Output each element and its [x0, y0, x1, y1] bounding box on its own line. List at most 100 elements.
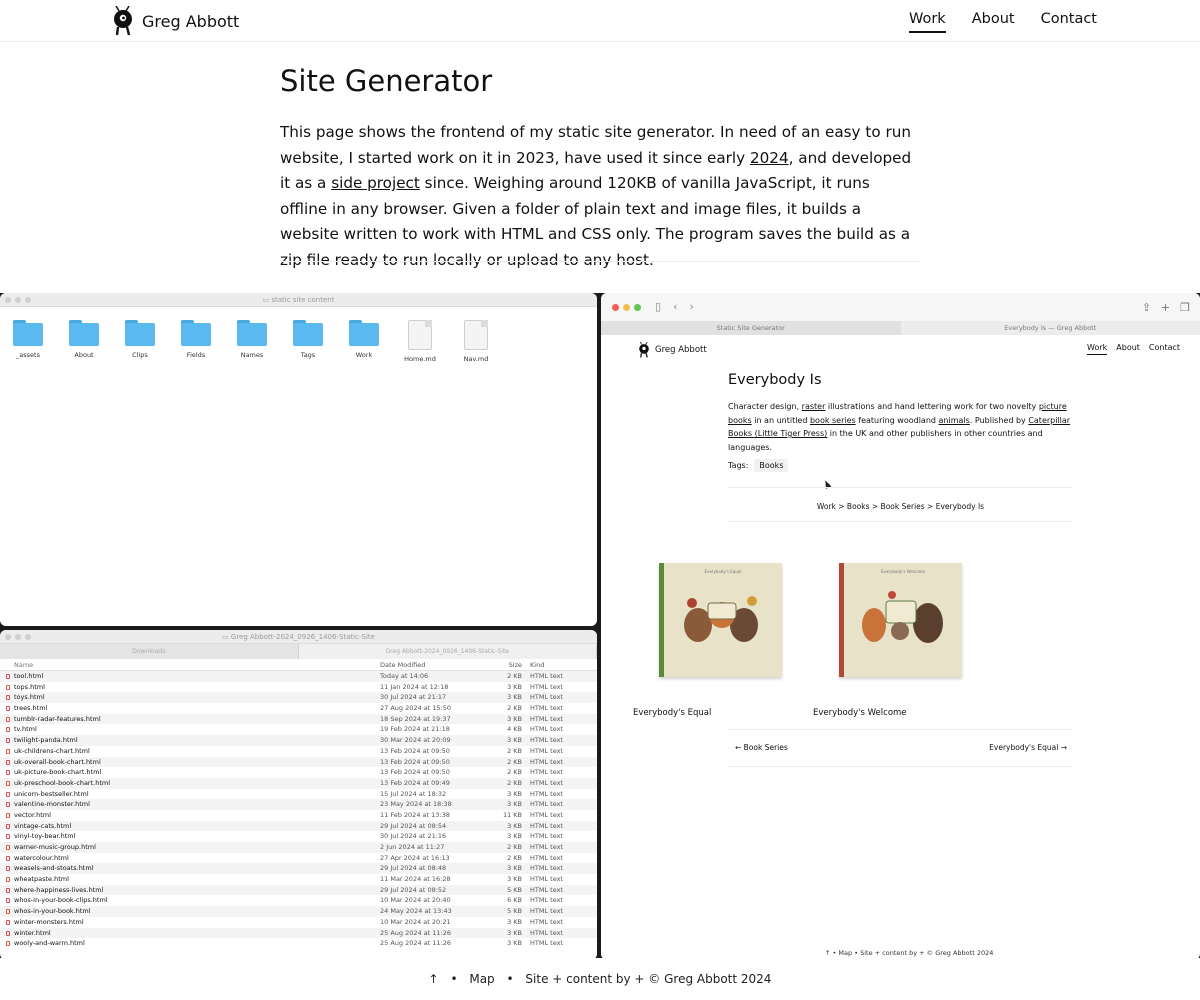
html-file-icon — [6, 930, 10, 936]
side-project-link[interactable]: side project — [331, 174, 420, 192]
new-tab-icon[interactable]: + — [1161, 301, 1170, 314]
year-link[interactable]: 2024 — [750, 149, 789, 167]
file-row[interactable]: valentine-monster.html 23 May 2024 at 18:… — [0, 799, 597, 810]
file-name-text: tops.html — [14, 682, 45, 691]
file-row[interactable]: tv.html 19 Feb 2024 at 21:18 4 KB HTML text — [0, 724, 597, 735]
woodland-animals-illustration-icon — [862, 591, 943, 643]
raster-link[interactable]: raster — [802, 402, 826, 411]
share-icon[interactable]: ⇪ — [1142, 301, 1151, 314]
file-row[interactable]: weasels-and-stoats.html 29 Jul 2024 at 08… — [0, 863, 597, 875]
file-row[interactable]: uk-picture-book-chart.html 13 Feb 2024 at… — [0, 767, 597, 778]
file-row[interactable]: tool.html Today at 14:06 2 KB HTML text — [0, 671, 597, 682]
nav-work[interactable]: Work — [908, 11, 946, 33]
file-row[interactable]: watercolour.html 27 Apr 2024 at 16:13 2 KB… — [0, 853, 597, 864]
inner-nav-contact[interactable]: Contact — [1149, 343, 1180, 355]
breadcrumb[interactable]: Work > Books > Book Series > Everybody I… — [728, 502, 1073, 511]
file-row[interactable]: uk-preschool-book-chart.html 13 Feb 2024 … — [0, 777, 597, 789]
file-kind: HTML text — [530, 725, 563, 734]
tabs-overview-icon[interactable]: ❐ — [1180, 301, 1190, 314]
file-row[interactable]: whos-in-your-book-clips.html 10 Mar 2024 … — [0, 895, 597, 906]
column-name[interactable]: Name — [0, 659, 376, 670]
file-item[interactable]: Nav.md — [460, 320, 492, 363]
divider — [728, 729, 1073, 730]
finder-tab-build[interactable]: Greg Abbott-2024_0926_1406-Static-Site — [298, 644, 597, 659]
file-name-text: trees.html — [14, 704, 48, 713]
back-icon[interactable]: ‹ — [673, 300, 677, 313]
inner-nav-about[interactable]: About — [1116, 343, 1140, 355]
nav-about[interactable]: About — [972, 11, 1015, 33]
book-cover-equal[interactable]: Everybody's Equal — [659, 563, 782, 677]
file-size: 3 KB — [507, 682, 522, 691]
file-kind: HTML text — [530, 853, 563, 862]
window-controls[interactable] — [5, 634, 31, 640]
window-controls[interactable] — [612, 304, 641, 311]
file-row[interactable]: uk-childrens-chart.html 13 Feb 2024 at 09… — [0, 746, 597, 757]
brand-link[interactable]: Greg Abbott — [112, 6, 239, 36]
animals-link[interactable]: animals — [939, 416, 970, 425]
file-row[interactable]: whos-in-your-book.html 24 May 2024 at 13:… — [0, 906, 597, 917]
folder-item[interactable]: Clips — [124, 320, 156, 363]
file-row[interactable]: vinyl-toy-bear.html 30 Jul 2024 at 21:16 3… — [0, 831, 597, 842]
file-name: watercolour.html — [0, 853, 376, 864]
browser-tab-everybody[interactable]: Everybody Is — Greg Abbott — [901, 321, 1200, 335]
file-date: 30 Jul 2024 at 21:17 — [380, 693, 447, 702]
file-date: 13 Feb 2024 at 09:49 — [380, 778, 450, 787]
file-name: vector.html — [0, 810, 376, 821]
map-link[interactable]: Map — [469, 972, 494, 986]
file-date: 27 Apr 2024 at 16:13 — [380, 853, 450, 862]
browser-tab-generator[interactable]: Static Site Generator — [601, 321, 901, 335]
prev-link[interactable]: ← Book Series — [735, 743, 788, 752]
file-row[interactable]: toys.html 30 Jul 2024 at 21:17 3 KB HTML te… — [0, 692, 597, 704]
separator: • — [450, 972, 458, 986]
forward-icon[interactable]: › — [689, 300, 693, 313]
file-row[interactable]: uk-overall-book-chart.html 13 Feb 2024 at… — [0, 756, 597, 768]
file-row[interactable]: winter-monsters.html 10 Mar 2024 at 20:21… — [0, 917, 597, 928]
file-row[interactable]: twilight-panda.html 30 Mar 2024 at 20:09 3… — [0, 735, 597, 746]
file-row[interactable]: unicorn-bestseller.html 15 Jul 2024 at 18… — [0, 789, 597, 800]
inner-nav-work[interactable]: Work — [1087, 343, 1108, 355]
file-size: 2 KB — [507, 746, 522, 755]
file-kind: HTML text — [530, 885, 563, 894]
next-link[interactable]: Everybody's Equal → — [989, 743, 1067, 752]
file-row[interactable]: vector.html 11 Feb 2024 at 13:38 11 KB HTML… — [0, 810, 597, 821]
html-file-icon — [6, 727, 10, 733]
file-row[interactable]: tops.html 11 Jan 2024 at 12:18 3 KB HTML te… — [0, 682, 597, 693]
tag-books[interactable]: Books — [754, 459, 789, 472]
book-series-link[interactable]: book series — [810, 416, 856, 425]
book-title-equal[interactable]: Everybody's Equal — [633, 708, 711, 718]
html-file-icon — [6, 866, 10, 872]
column-date[interactable]: Date Modified — [376, 659, 476, 670]
file-row[interactable]: where-happiness-lives.html 29 Jul 2024 at… — [0, 884, 597, 896]
folder-item[interactable]: Work — [348, 320, 380, 363]
file-row[interactable]: wheatpaste.html 11 Mar 2024 at 16:28 3 KB H… — [0, 874, 597, 885]
folder-item[interactable]: Fields — [180, 320, 212, 363]
file-date: 30 Jul 2024 at 21:16 — [380, 832, 447, 841]
window-controls[interactable] — [5, 297, 31, 303]
browser-toolbar: ▯ ‹ › ⇪ + ❐ — [601, 293, 1200, 321]
file-row[interactable]: wooly-and-warm.html 25 Aug 2024 at 11:26 3… — [0, 938, 597, 949]
file-size: 2 KB — [507, 853, 522, 862]
folder-item[interactable]: _assets — [12, 320, 44, 363]
file-row[interactable]: vintage-cats.html 29 Jul 2024 at 08:54 3 K… — [0, 820, 597, 832]
sidebar-icon[interactable]: ▯ — [655, 300, 661, 313]
folder-item[interactable]: Tags — [292, 320, 324, 363]
file-row[interactable]: warner-music-group.html 2 Jun 2024 at 11:… — [0, 842, 597, 853]
cover-title: Everybody's Welcome — [880, 569, 925, 574]
file-item[interactable]: Home.md — [404, 320, 436, 363]
column-size[interactable]: Size — [476, 659, 526, 670]
column-kind[interactable]: Kind — [526, 659, 586, 670]
file-row[interactable]: winter.html 25 Aug 2024 at 11:26 3 KB HTML … — [0, 927, 597, 939]
back-to-top-icon[interactable]: ↑ — [429, 972, 439, 986]
nav-contact[interactable]: Contact — [1041, 11, 1097, 33]
file-name: winter-monsters.html — [0, 917, 376, 928]
html-file-icon — [6, 748, 10, 754]
finder-tab-downloads[interactable]: Downloads — [0, 644, 299, 659]
inner-brand[interactable]: Greg Abbott — [638, 342, 707, 358]
folder-item[interactable]: About — [68, 320, 100, 363]
file-row[interactable]: trees.html 27 Aug 2024 at 15:50 2 KB HTML t… — [0, 703, 597, 714]
file-row[interactable]: tumblr-radar-features.html 18 Sep 2024 at… — [0, 713, 597, 725]
folder-item[interactable]: Names — [236, 320, 268, 363]
book-title-welcome[interactable]: Everybody's Welcome — [813, 708, 907, 718]
book-cover-welcome[interactable]: Everybody's Welcome — [839, 563, 962, 677]
bug-logo-icon — [114, 6, 132, 36]
